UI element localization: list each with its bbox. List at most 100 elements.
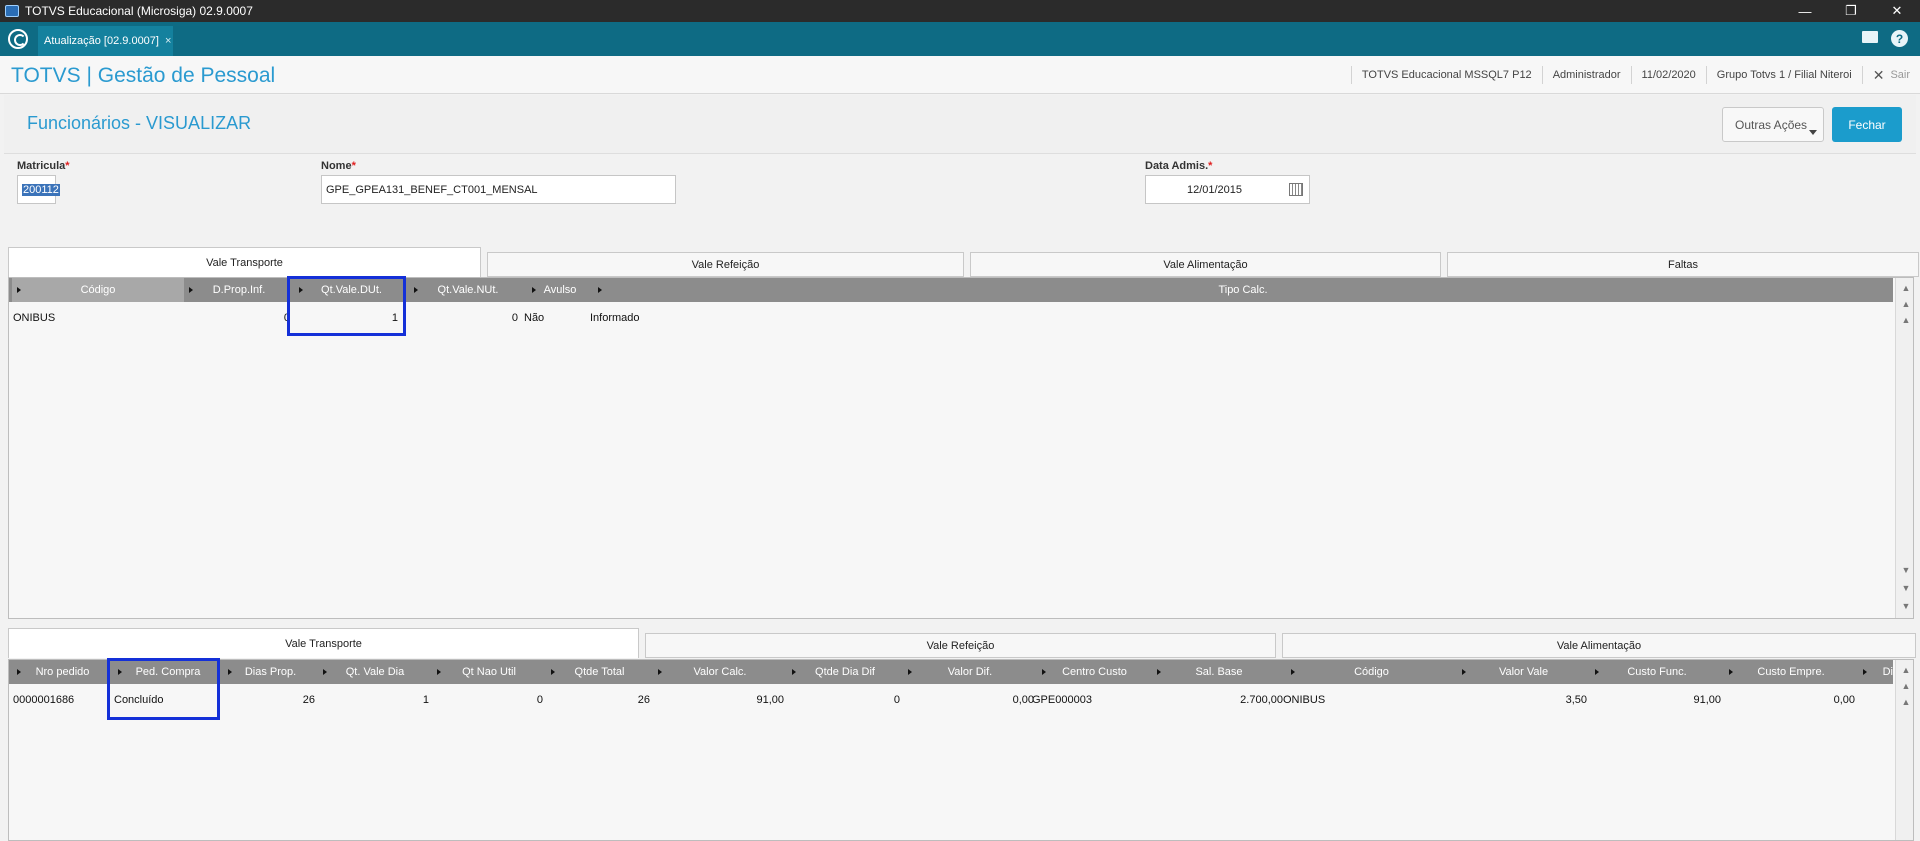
tab-vale-refeicao[interactable]: Vale Refeição — [487, 252, 964, 277]
col-label: Di — [1882, 666, 1893, 678]
other-actions-button[interactable]: Outras Ações — [1722, 107, 1824, 142]
data-admis-label-text: Data Admis. — [1145, 160, 1209, 172]
scroll-bottom-icon[interactable]: ▼ — [1896, 600, 1913, 612]
other-actions-label: Outras Ações — [1735, 117, 1808, 132]
matricula-value: 200112 — [22, 183, 60, 196]
data-admis-label: Data Admis.* — [1145, 160, 1212, 172]
col-valor-dif[interactable]: Valor Dif. — [903, 660, 1037, 684]
matricula-label: Matricula* — [17, 160, 70, 172]
scroll-up-icon[interactable]: ▲ — [1896, 314, 1913, 326]
col-label: Qtde Dia Dif — [815, 666, 875, 678]
tab-faltas[interactable]: Faltas — [1447, 252, 1919, 277]
tab-vale-transporte[interactable]: Vale Transporte — [8, 247, 481, 277]
col-qt-vale-nut[interactable]: Qt.Vale.NUt. — [409, 278, 527, 302]
scroll-top-icon[interactable]: ▲ — [1896, 282, 1913, 294]
col-valor-calc[interactable]: Valor Calc. — [653, 660, 787, 684]
cell-custo-empre: 0,00 — [1833, 694, 1855, 706]
highlight-box-ped-compra — [107, 658, 220, 720]
close-button[interactable]: Fechar — [1832, 107, 1902, 142]
user-label: Administrador — [1541, 66, 1631, 84]
data-admis-field[interactable]: 12/01/2015 — [1145, 175, 1310, 204]
col-valor-vale[interactable]: Valor Vale — [1457, 660, 1590, 684]
cell-qtde-dia-dif: 0 — [893, 694, 900, 706]
scroll-page-up-icon[interactable]: ▲ — [1896, 298, 1913, 310]
sort-arrow-icon — [1462, 669, 1466, 675]
cell-nro-pedido: 0000001686 — [13, 694, 75, 706]
tab-vale-alimentacao[interactable]: Vale Alimentação — [970, 252, 1441, 277]
sort-arrow-icon — [17, 287, 21, 293]
sort-arrow-icon — [908, 669, 912, 675]
scroll-up-icon[interactable]: ▲ — [1896, 696, 1913, 708]
col-label: Tipo Calc. — [1218, 284, 1268, 296]
tab-vale-alimentacao-bottom[interactable]: Vale Alimentação — [1282, 633, 1916, 658]
col-qt-vale-dia[interactable]: Qt. Vale Dia — [318, 660, 432, 684]
col-custo-empre[interactable]: Custo Empre. — [1724, 660, 1858, 684]
col-centro-custo[interactable]: Centro Custo — [1037, 660, 1152, 684]
cell-codigo: ONIBUS — [1283, 694, 1326, 706]
sort-arrow-icon — [792, 669, 796, 675]
brand-title: TOTVS | Gestão de Pessoal — [11, 64, 276, 87]
mail-icon[interactable] — [1862, 31, 1878, 43]
sort-arrow-icon — [1291, 669, 1295, 675]
data-admis-value: 12/01/2015 — [1186, 183, 1243, 196]
chevron-down-icon — [1809, 130, 1817, 135]
cell-codigo: ONIBUS — [13, 312, 56, 324]
scroll-page-up-icon[interactable]: ▲ — [1896, 680, 1913, 692]
exit-button[interactable]: ✕ Sair — [1861, 66, 1920, 84]
sort-arrow-icon — [414, 287, 418, 293]
col-label: Código — [80, 284, 116, 296]
col-label: Valor Vale — [1498, 666, 1549, 678]
calendar-icon[interactable] — [1289, 183, 1303, 196]
col-qtde-total[interactable]: Qtde Total — [546, 660, 653, 684]
col-codigo-bottom[interactable]: Código — [1286, 660, 1457, 684]
scroll-top-icon[interactable]: ▲ — [1896, 664, 1913, 676]
tab-atualizacao[interactable]: Atualização [02.9.0007] × — [38, 26, 173, 56]
help-icon[interactable]: ? — [1891, 30, 1908, 47]
environment-label: TOTVS Educacional MSSQL7 P12 — [1350, 66, 1542, 84]
tab-vale-refeicao-bottom[interactable]: Vale Refeição — [645, 633, 1276, 658]
bottom-grid-scrollbar[interactable]: ▲ ▲ ▲ — [1895, 660, 1913, 840]
col-nro-pedido[interactable]: Nro pedido — [12, 660, 113, 684]
col-qt-nao-util[interactable]: Qt Nao Util — [432, 660, 546, 684]
app-tabbar: Atualização [02.9.0007] × ? — [0, 22, 1920, 56]
highlight-box-qt-vale-dut — [287, 276, 406, 336]
sort-arrow-icon — [1729, 669, 1733, 675]
col-d-prop-inf[interactable]: D.Prop.Inf. — [184, 278, 294, 302]
minimize-icon[interactable]: — — [1782, 0, 1828, 22]
sort-arrow-icon — [532, 287, 536, 293]
col-label: Valor Calc. — [693, 666, 747, 678]
tab-close-icon[interactable]: × — [165, 35, 171, 47]
tab-label: Atualização [02.9.0007] — [44, 35, 159, 47]
restore-icon[interactable]: ❐ — [1828, 0, 1874, 22]
scroll-down-icon[interactable]: ▼ — [1896, 564, 1913, 576]
sort-arrow-icon — [17, 669, 21, 675]
col-custo-func[interactable]: Custo Func. — [1590, 660, 1724, 684]
home-icon[interactable] — [8, 29, 28, 49]
top-grid-scrollbar[interactable]: ▲ ▲ ▲ ▼ ▼ ▼ — [1895, 278, 1913, 618]
col-qtde-dia-dif[interactable]: Qtde Dia Dif — [787, 660, 903, 684]
col-sal-base[interactable]: Sal. Base — [1152, 660, 1286, 684]
col-label: D.Prop.Inf. — [212, 284, 266, 296]
col-label: Centro Custo — [1062, 666, 1127, 678]
col-tipo-calc[interactable]: Tipo Calc. — [593, 278, 1893, 302]
col-di[interactable]: Di — [1858, 660, 1893, 684]
sort-arrow-icon — [1863, 669, 1867, 675]
col-label: Código — [1354, 666, 1389, 678]
col-avulso[interactable]: Avulso — [527, 278, 593, 302]
sort-arrow-icon — [598, 287, 602, 293]
pedidos-grid: Nro pedido Ped. Compra Dias Prop. Qt. Va… — [8, 659, 1914, 841]
col-dias-prop[interactable]: Dias Prop. — [223, 660, 318, 684]
scroll-page-down-icon[interactable]: ▼ — [1896, 582, 1913, 594]
cell-valor-calc: 91,00 — [756, 694, 784, 706]
cell-sal-base: 2.700,00 — [1240, 694, 1283, 706]
tab-vale-transporte-bottom[interactable]: Vale Transporte — [8, 628, 639, 658]
cell-valor-vale: 3,50 — [1565, 694, 1587, 706]
close-window-icon[interactable]: ✕ — [1874, 0, 1920, 22]
col-label: Qt. Vale Dia — [345, 666, 405, 678]
col-codigo[interactable]: Código — [12, 278, 184, 302]
cell-qt-vale-dia: 1 — [422, 694, 429, 706]
nome-field[interactable]: GPE_GPEA131_BENEF_CT001_MENSAL — [321, 175, 676, 204]
page-title: Funcionários - VISUALIZAR — [27, 113, 252, 133]
matricula-field[interactable]: 200112 — [17, 175, 60, 204]
employee-form: Matricula* 200112 Nome* GPE_GPEA131_BENE… — [4, 155, 1916, 245]
